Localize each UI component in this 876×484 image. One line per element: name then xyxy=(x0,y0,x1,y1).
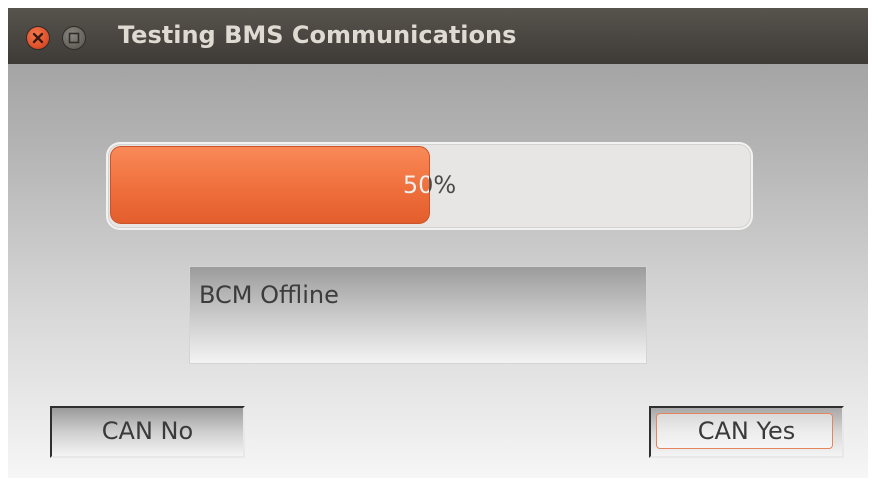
close-icon xyxy=(32,32,44,44)
progress-label-overlay: 50% xyxy=(109,145,429,227)
can-no-label: CAN No xyxy=(101,417,194,445)
can-no-button[interactable]: CAN No xyxy=(50,406,245,458)
title-bar[interactable]: Testing BMS Communications xyxy=(8,8,868,64)
status-display: BCM Offline xyxy=(189,266,647,364)
maximize-button[interactable] xyxy=(63,27,85,49)
status-text: BCM Offline xyxy=(199,281,339,309)
can-yes-label: CAN Yes xyxy=(697,417,796,445)
progress-label-on-fill: 50% xyxy=(402,171,429,199)
close-button[interactable] xyxy=(27,27,49,49)
maximize-icon xyxy=(68,32,80,44)
can-yes-button[interactable]: CAN Yes xyxy=(649,406,844,458)
window-title: Testing BMS Communications xyxy=(118,21,517,49)
dialog-window: Testing BMS Communications 50% 50% BCM O… xyxy=(8,8,868,478)
progress-bar: 50% 50% xyxy=(108,144,751,228)
